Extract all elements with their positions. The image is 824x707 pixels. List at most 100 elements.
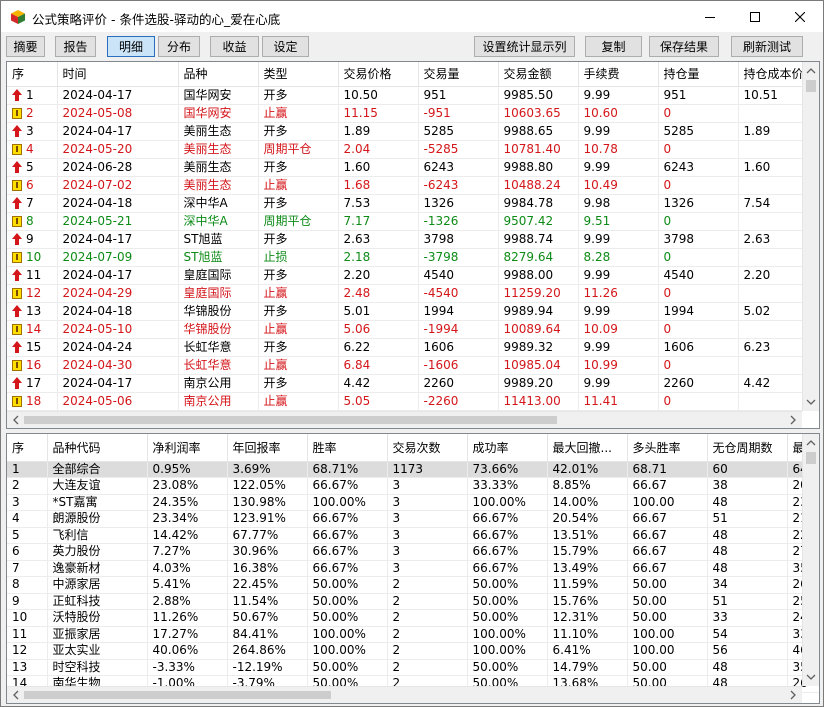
trade-row[interactable]: 7 2024-04-18 深中华A 开多 7.53 1326 9984.78 9.98 1326… bbox=[7, 194, 819, 213]
stats-cell: 48 bbox=[707, 527, 788, 544]
trade-cell: 3 bbox=[7, 122, 58, 141]
trade-cell: 0 bbox=[658, 248, 739, 267]
trade-row[interactable]: 8 2024-05-21 深中华A 周期平仓 7.17 -1326 9507.42 9.51 0 bbox=[7, 212, 819, 231]
stats-cell: 66.67% bbox=[307, 510, 388, 528]
trade-row[interactable]: 6 2024-07-02 美丽生态 止赢 1.68 -6243 10488.24 10.49 0 bbox=[7, 176, 819, 195]
trade-header-cell[interactable]: 持仓量 bbox=[658, 62, 739, 87]
stats-row[interactable]: 10 沃特股份 11.26% 50.67% 50.00% 2 50.00% 12.31% 50.… bbox=[7, 609, 819, 627]
title-bar[interactable]: 公式策略评价 - 条件选股-驿动的心_爱在心底 bbox=[1, 1, 823, 32]
trade-horizontal-scrollbar[interactable] bbox=[7, 411, 802, 428]
stats-header-cell[interactable]: 品种代码 bbox=[47, 434, 148, 462]
stats-horizontal-scrollbar[interactable] bbox=[7, 686, 802, 703]
stats-vertical-scroll-thumb[interactable] bbox=[806, 452, 816, 464]
save-results-button[interactable]: 保存结果 bbox=[649, 36, 719, 57]
trade-row[interactable]: 1 2024-04-17 国华网安 开多 10.50 951 9985.50 9.99 951 1… bbox=[7, 86, 819, 105]
stats-header-row: 序品种代码 净利润率 年回报率 胜率 交易次数 成功率 最大回撤... 多头胜率 无仓周期数最 bbox=[7, 434, 819, 462]
stats-row[interactable]: 12 亚太实业 40.06% 264.86% 100.00% 2 100.00% 6.41% 1… bbox=[7, 642, 819, 660]
trade-cell: 0 bbox=[658, 104, 739, 123]
trade-row[interactable]: 4 2024-05-20 美丽生态 周期平仓 2.04 -5285 10781.40 10.7… bbox=[7, 140, 819, 159]
stats-summary-grid[interactable]: 序品种代码 净利润率 年回报率 胜率 交易次数 成功率 最大回撤... 多头胜率 无仓周期数最 … bbox=[6, 433, 820, 704]
close-button[interactable] bbox=[777, 1, 823, 32]
tab-distribution[interactable]: 分布 bbox=[158, 36, 200, 57]
trade-header-cell[interactable]: 序 bbox=[7, 62, 58, 87]
stats-row-selected[interactable]: 1 全部综合 0.95% 3.69% 68.71% 1173 73.66% 42.01% 68.… bbox=[7, 461, 819, 478]
stats-cell: 34 bbox=[707, 576, 788, 594]
trade-row[interactable]: 10 2024-07-09 ST旭蓝 止损 2.18 -3798 8279.64 8.28 0 bbox=[7, 248, 819, 267]
stats-header-cell[interactable]: 交易次数 bbox=[387, 434, 468, 462]
trade-row[interactable]: 18 2024-05-06 南京公用 止赢 5.05 -2260 11413.00 11.41… bbox=[7, 392, 819, 411]
tab-settings[interactable]: 设定 bbox=[262, 36, 309, 57]
stats-cell: 13.51% bbox=[547, 527, 628, 544]
trade-cell: 7.53 bbox=[338, 194, 419, 213]
stats-row[interactable]: 3 *ST嘉寓 24.35% 130.98% 100.00% 3 100.00% 14.00%… bbox=[7, 494, 819, 511]
trade-cell: 9984.78 bbox=[498, 194, 579, 213]
trade-header-cell[interactable]: 交易量 bbox=[418, 62, 499, 87]
trade-header-cell[interactable]: 交易价格 bbox=[338, 62, 419, 87]
trade-detail-grid[interactable]: 序时间 品种 类型 交易价格 交易量 交易金额 手续费 持仓量 持仓成本价 1 2024-04-1… bbox=[6, 61, 820, 429]
stats-row[interactable]: 5 飞利信 14.42% 67.77% 66.67% 3 66.67% 13.51% 66.67… bbox=[7, 527, 819, 544]
stats-header-cell[interactable]: 序 bbox=[7, 434, 48, 462]
stats-horizontal-scroll-thumb[interactable] bbox=[24, 691, 331, 699]
stats-cell: 66.67% bbox=[467, 560, 548, 577]
stats-row[interactable]: 13 时空科技 -3.33% -12.19% 50.00% 2 50.00% 14.79% 50… bbox=[7, 659, 819, 676]
tab-profit[interactable]: 收益 bbox=[210, 36, 259, 57]
stats-header-cell[interactable]: 最大回撤... bbox=[547, 434, 628, 462]
stats-header-cell[interactable]: 年回报率 bbox=[227, 434, 308, 462]
trade-cell: 9.99 bbox=[578, 302, 659, 321]
stats-header-cell[interactable]: 成功率 bbox=[467, 434, 548, 462]
stats-row[interactable]: 6 英力股份 7.27% 30.96% 66.67% 3 66.67% 15.79% 66.67… bbox=[7, 543, 819, 561]
trade-header-cell[interactable]: 交易金额 bbox=[498, 62, 579, 87]
trade-row[interactable]: 11 2024-04-17 皇庭国际 开多 2.20 4540 9988.00 9.99 454… bbox=[7, 266, 819, 285]
stats-header-cell[interactable]: 净利润率 bbox=[147, 434, 228, 462]
trade-row[interactable]: 14 2024-05-10 华锦股份 止赢 5.06 -1994 10089.64 10.09… bbox=[7, 320, 819, 339]
trade-cell: 9988.74 bbox=[498, 230, 579, 249]
stats-header-cell[interactable]: 多头胜率 bbox=[627, 434, 708, 462]
refresh-test-button[interactable]: 刷新测试 bbox=[731, 36, 803, 57]
stats-row[interactable]: 4 朗源股份 23.34% 123.91% 66.67% 3 66.67% 20.54% 66.… bbox=[7, 510, 819, 528]
trade-cell: 深中华A bbox=[178, 212, 259, 231]
tab-report[interactable]: 报告 bbox=[55, 36, 96, 57]
trade-row[interactable]: 3 2024-04-17 美丽生态 开多 1.89 5285 9988.65 9.99 5285… bbox=[7, 122, 819, 141]
stats-cell: 48 bbox=[707, 560, 788, 577]
trade-header-cell[interactable]: 类型 bbox=[258, 62, 339, 87]
trade-vertical-scroll-thumb[interactable] bbox=[806, 80, 816, 92]
trade-cell: 1.60 bbox=[338, 158, 419, 177]
trade-row[interactable]: 15 2024-04-24 长虹华意 开多 6.22 1606 9989.32 9.99 160… bbox=[7, 338, 819, 357]
trade-row[interactable]: 13 2024-04-18 华锦股份 开多 5.01 1994 9989.94 9.99 199… bbox=[7, 302, 819, 321]
stats-cell: 60 bbox=[707, 461, 788, 478]
trade-header-cell[interactable]: 品种 bbox=[178, 62, 259, 87]
stats-row[interactable]: 11 亚振家居 17.27% 84.41% 100.00% 2 100.00% 11.10% 1… bbox=[7, 626, 819, 643]
stats-cell: 8.85% bbox=[547, 477, 628, 495]
trade-cell: 2024-04-17 bbox=[57, 266, 179, 285]
stats-cell: 50.67% bbox=[227, 609, 308, 627]
stats-row[interactable]: 2 大连友谊 23.08% 122.05% 66.67% 3 33.33% 8.85% 66.6… bbox=[7, 477, 819, 495]
trade-cell: 2024-05-20 bbox=[57, 140, 179, 159]
trade-header-cell[interactable]: 时间 bbox=[57, 62, 179, 87]
tab-summary[interactable]: 摘要 bbox=[6, 36, 45, 57]
stats-header-cell[interactable]: 无仓周期数 bbox=[707, 434, 788, 462]
trade-horizontal-scroll-thumb[interactable] bbox=[24, 416, 557, 424]
stats-row[interactable]: 7 逸豪新材 4.03% 16.38% 66.67% 3 66.67% 13.49% 66.67… bbox=[7, 560, 819, 577]
trade-row[interactable]: 5 2024-06-28 美丽生态 开多 1.60 6243 9988.80 9.99 6243… bbox=[7, 158, 819, 177]
trade-vertical-scrollbar[interactable] bbox=[802, 62, 819, 411]
minimize-button[interactable] bbox=[687, 1, 733, 32]
trade-cell: 3798 bbox=[658, 230, 739, 249]
stats-vertical-scrollbar[interactable] bbox=[802, 434, 819, 686]
stats-cell: 100.00% bbox=[467, 626, 548, 643]
trade-row[interactable]: 17 2024-04-17 南京公用 开多 4.42 2260 9989.20 9.99 226… bbox=[7, 374, 819, 393]
trade-cell: 2024-06-28 bbox=[57, 158, 179, 177]
trade-cell: 0 bbox=[658, 392, 739, 411]
trade-cell: 12 bbox=[7, 284, 58, 303]
maximize-button[interactable] bbox=[732, 1, 778, 32]
set-stats-columns-button[interactable]: 设置统计显示列 bbox=[474, 36, 575, 57]
trade-row[interactable]: 16 2024-04-30 长虹华意 止赢 6.84 -1606 10985.04 10.99… bbox=[7, 356, 819, 375]
trade-row[interactable]: 12 2024-04-29 皇庭国际 止赢 2.48 -4540 11259.20 11.26… bbox=[7, 284, 819, 303]
copy-button[interactable]: 复制 bbox=[585, 36, 642, 57]
stats-header-cell[interactable]: 胜率 bbox=[307, 434, 388, 462]
trade-row[interactable]: 9 2024-04-17 ST旭蓝 开多 2.63 3798 9988.74 9.99 3798… bbox=[7, 230, 819, 249]
stats-row[interactable]: 9 正虹科技 2.88% 11.54% 50.00% 2 50.00% 15.76% 50.00… bbox=[7, 593, 819, 610]
trade-row[interactable]: 2 2024-05-08 国华网安 止赢 11.15 -951 10603.65 10.60 0 bbox=[7, 104, 819, 123]
trade-header-cell[interactable]: 手续费 bbox=[578, 62, 659, 87]
stats-row[interactable]: 8 中源家居 5.41% 22.45% 50.00% 2 50.00% 11.59% 50.00… bbox=[7, 576, 819, 594]
tab-detail[interactable]: 明细 bbox=[107, 36, 155, 57]
